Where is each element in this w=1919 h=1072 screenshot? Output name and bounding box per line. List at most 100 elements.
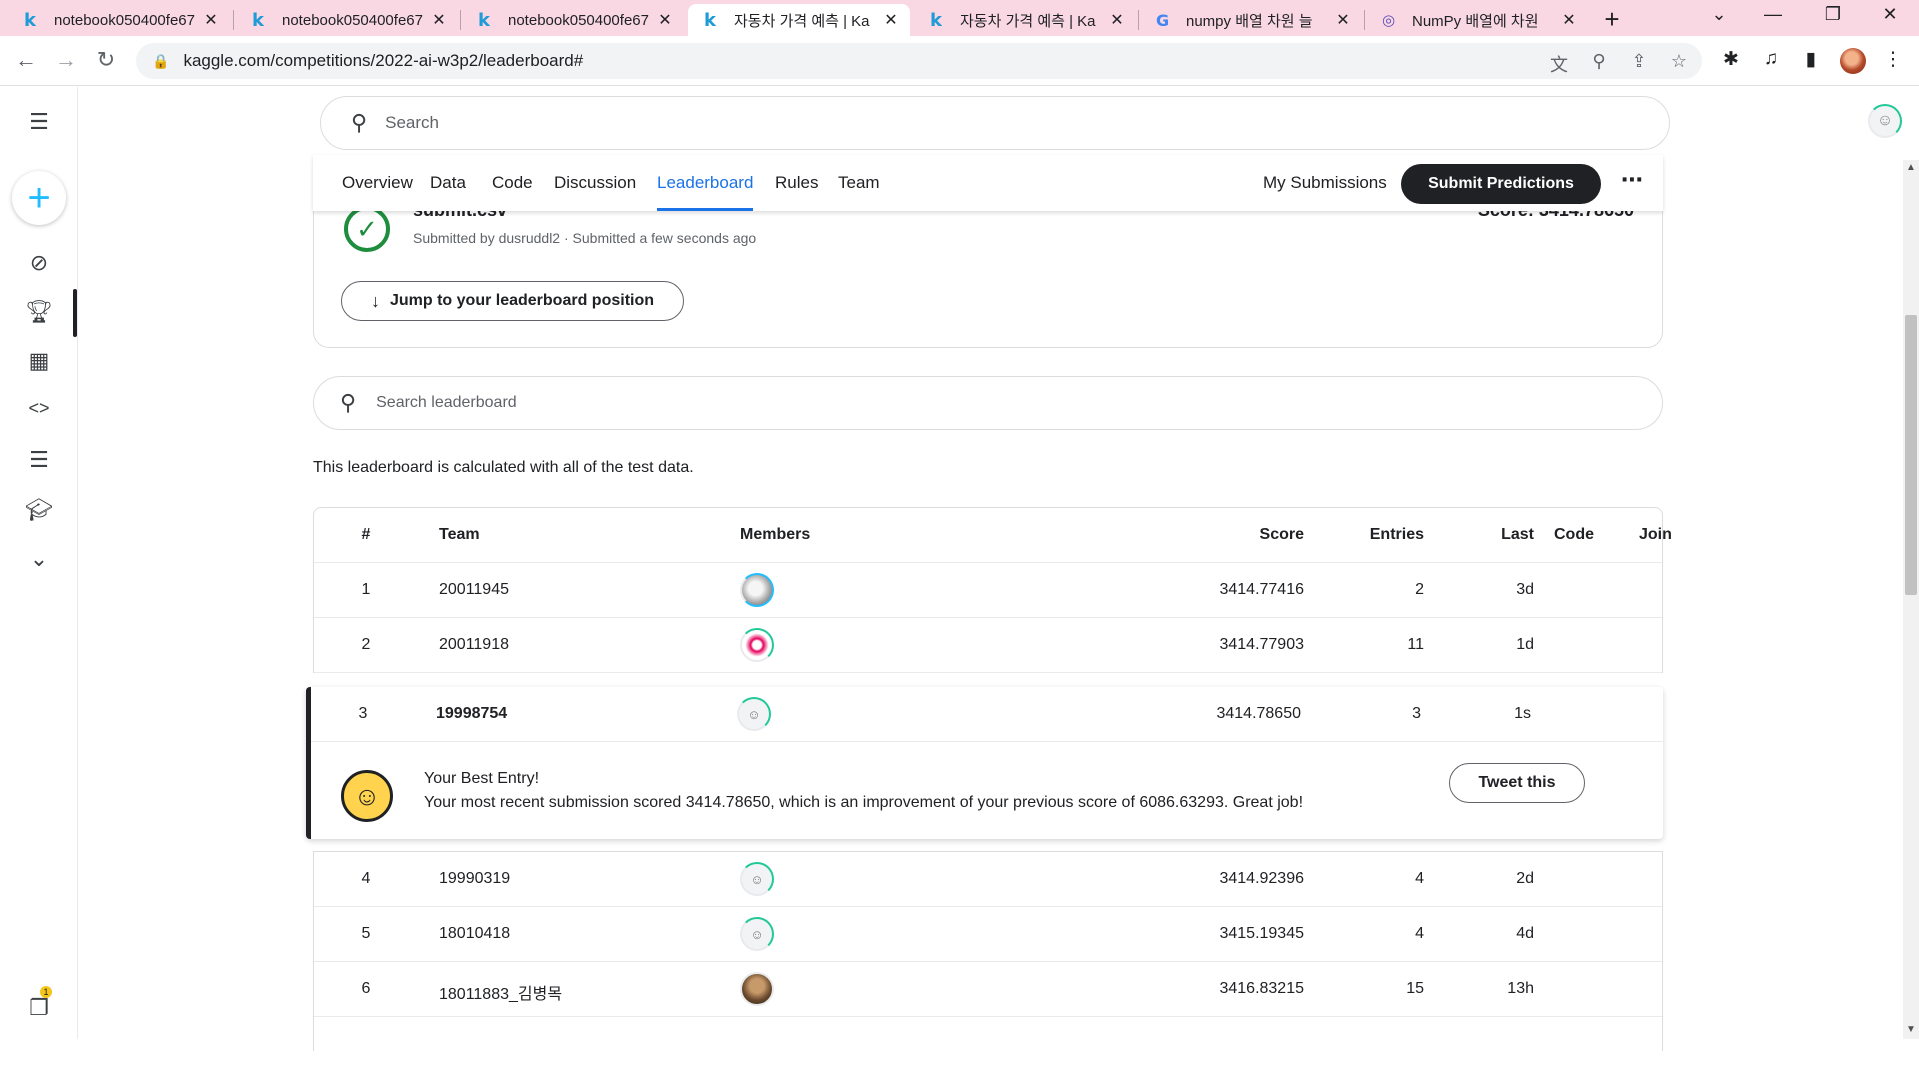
media-control-icon[interactable]: ♫ [1758, 48, 1784, 70]
tab-discussion[interactable]: Discussion [554, 173, 636, 193]
close-icon[interactable]: ✕ [1108, 10, 1126, 30]
table-row[interactable]: 2 20011918 3414.77903 11 1d [314, 618, 1662, 673]
reload-icon[interactable]: ↻ [92, 47, 120, 73]
comments-icon[interactable]: ☰ [24, 447, 54, 473]
compass-icon[interactable]: ⊘ [24, 250, 54, 276]
close-icon[interactable]: ✕ [1334, 10, 1352, 30]
profile-avatar[interactable] [1840, 48, 1866, 74]
member-avatar[interactable]: ☺ [740, 917, 774, 951]
member-avatar[interactable] [740, 573, 774, 607]
hamburger-menu-icon[interactable]: ☰ [24, 109, 54, 135]
member-avatar[interactable]: ☺ [737, 697, 771, 731]
leaderboard-search-input[interactable] [376, 394, 1577, 412]
learn-cap-icon[interactable]: 🎓︎ [24, 497, 54, 523]
tab-leaderboard[interactable]: Leaderboard [657, 173, 754, 211]
header-team: Team [439, 526, 480, 543]
browser-menu-icon[interactable]: ⋮ [1880, 48, 1906, 71]
table-row[interactable]: 4 19990319 ☺ 3414.92396 4 2d [314, 852, 1662, 907]
browser-tab[interactable]: k notebook050400fe67 ✕ [462, 4, 684, 36]
row-last: 1d [1516, 636, 1534, 653]
tab-data[interactable]: Data [430, 173, 466, 193]
create-button[interactable]: + [12, 171, 66, 225]
row-last: 3d [1516, 581, 1534, 598]
celebration-emoji-icon: ☺ [341, 770, 393, 822]
bookmark-star-icon[interactable]: ☆ [1666, 51, 1692, 72]
member-avatar[interactable]: ☺ [740, 862, 774, 896]
table-row[interactable]: 1 20011945 3414.77416 2 3d [314, 563, 1662, 618]
url-text[interactable]: kaggle.com/competitions/2022-ai-w3p2/lea… [183, 51, 583, 71]
jump-button-label: Jump to your leaderboard position [389, 292, 655, 309]
address-bar[interactable]: 🔒 kaggle.com/competitions/2022-ai-w3p2/l… [136, 43, 1702, 79]
restore-icon[interactable]: ❐ [1818, 4, 1848, 25]
member-avatar[interactable] [740, 628, 774, 662]
browser-tab[interactable]: ◎ NumPy 배열에 차원 ✕ [1366, 4, 1588, 36]
tweet-button[interactable]: Tweet this [1449, 763, 1585, 803]
notification-badge: 1 [40, 986, 52, 998]
sidebar-active-indicator [73, 289, 77, 337]
row-team[interactable]: 18010418 [439, 925, 510, 943]
close-icon[interactable]: ✕ [430, 10, 448, 30]
site-search[interactable]: ⚲ [320, 96, 1670, 150]
scroll-down-icon[interactable]: ▼ [1905, 1024, 1917, 1035]
user-avatar[interactable]: ☺ [1868, 104, 1902, 138]
row-last: 2d [1516, 870, 1534, 887]
row-rank: 1 [361, 581, 371, 598]
row-team[interactable]: 20011918 [439, 636, 509, 654]
row-team[interactable]: 18011883_김병목 [439, 980, 562, 1004]
tab-search-icon[interactable]: ⌄ [1704, 4, 1734, 25]
extensions-icon[interactable]: ✱ [1718, 48, 1744, 71]
submit-predictions-button[interactable]: Submit Predictions [1401, 164, 1601, 204]
back-icon[interactable]: ← [12, 47, 40, 73]
row-entries: 4 [1415, 925, 1424, 942]
browser-tab-active[interactable]: k 자동차 가격 예측 | Ka ✕ [688, 4, 910, 36]
row-team[interactable]: 19990319 [439, 870, 510, 888]
close-icon[interactable]: ✕ [656, 10, 674, 30]
side-panel-icon[interactable]: ▮ [1798, 48, 1824, 71]
minimize-icon[interactable]: — [1758, 4, 1788, 25]
browser-tab[interactable]: k notebook050400fe67 ✕ [236, 4, 458, 36]
recently-viewed-icon[interactable]: ❐ [24, 995, 54, 1021]
table-icon[interactable]: ▦ [24, 348, 54, 374]
share-icon[interactable]: ⇪ [1626, 51, 1652, 72]
my-submissions-link[interactable]: My Submissions [1263, 173, 1387, 193]
browser-tab[interactable]: k notebook050400fe67 ✕ [8, 4, 230, 36]
forward-icon[interactable]: → [52, 47, 80, 73]
row-team[interactable]: 19998754 [436, 705, 507, 723]
tab-team[interactable]: Team [838, 173, 880, 193]
row-score: 3414.77903 [1219, 636, 1304, 653]
row-team[interactable]: 20011945 [439, 581, 509, 599]
table-row-partial[interactable] [314, 1017, 1662, 1072]
close-icon[interactable]: ✕ [202, 10, 220, 30]
close-icon[interactable]: ✕ [882, 10, 900, 30]
row-entries: 3 [1412, 705, 1421, 722]
browser-tab[interactable]: k 자동차 가격 예측 | Ka ✕ [914, 4, 1136, 36]
best-entry-message: Your most recent submission scored 3414.… [424, 794, 1304, 811]
zoom-icon[interactable]: ⚲ [1586, 51, 1612, 72]
tab-overview[interactable]: Overview [342, 173, 413, 193]
translate-icon[interactable]: 文 [1546, 51, 1572, 77]
jump-to-position-button[interactable]: ↓ Jump to your leaderboard position [341, 281, 684, 321]
scrollbar-thumb[interactable] [1905, 315, 1917, 595]
table-row-current-user[interactable]: 3 19998754 ☺ 3414.78650 3 1s [311, 687, 1663, 742]
leaderboard-search[interactable]: ⚲ [313, 376, 1663, 430]
window-close-icon[interactable]: ✕ [1875, 4, 1905, 25]
tab-title: notebook050400fe67 [508, 11, 649, 29]
trophy-icon[interactable]: 🏆︎ [24, 299, 54, 325]
lock-icon[interactable]: 🔒 [152, 53, 169, 70]
table-row[interactable]: 6 18011883_김병목 3416.83215 15 13h [314, 962, 1662, 1017]
new-tab-button[interactable]: + [1598, 4, 1626, 35]
member-avatar[interactable] [740, 972, 774, 1006]
chevron-down-icon[interactable]: ⌄ [24, 546, 54, 572]
code-icon[interactable]: <> [24, 398, 54, 419]
close-icon[interactable]: ✕ [1560, 10, 1578, 30]
page-scrollbar[interactable] [1903, 160, 1919, 1039]
browser-tab[interactable]: G numpy 배열 차원 늘 ✕ [1140, 4, 1362, 36]
row-rank: 5 [361, 925, 371, 942]
more-options-icon[interactable]: ⋯ [1621, 167, 1643, 193]
scroll-up-icon[interactable]: ▲ [1905, 162, 1917, 173]
row-score: 3416.83215 [1219, 980, 1304, 997]
tab-rules[interactable]: Rules [775, 173, 818, 193]
search-input[interactable] [385, 113, 1586, 133]
tab-code[interactable]: Code [492, 173, 533, 193]
table-row[interactable]: 5 18010418 ☺ 3415.19345 4 4d [314, 907, 1662, 962]
